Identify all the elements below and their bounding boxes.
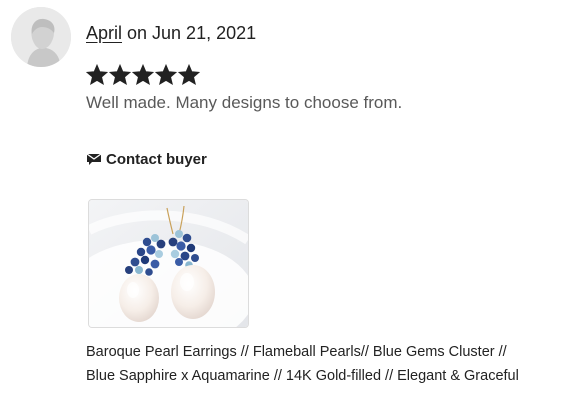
default-avatar-icon [11,7,71,67]
star-icon [132,64,154,86]
reviewer-avatar[interactable] [11,7,71,67]
star-icon [155,64,177,86]
star-icon [109,64,131,86]
star-icon [178,64,200,86]
reviewer-name-link[interactable]: April [86,23,122,43]
review-text: Well made. Many designs to choose from. [86,93,403,112]
listing-title-line-1: Baroque Pearl Earrings // Flameball Pear… [86,344,507,360]
contact-buyer-label: Contact buyer [106,151,207,168]
earring-photo [89,200,248,327]
review-meta: April on Jun 21, 2021 [86,21,256,45]
listing-title-link[interactable]: Baroque Pearl Earrings // Flameball Pear… [86,340,571,388]
star-rating [86,64,200,86]
review-card: April on Jun 21, 2021 Well made. Many de… [0,0,578,403]
contact-buyer-button[interactable]: Contact buyer [86,151,207,168]
message-envelope-icon [86,152,102,167]
star-icon [86,64,108,86]
listing-title-line-2: Blue Sapphire x Aquamarine // 14K Gold-f… [86,368,519,384]
listing-thumbnail[interactable] [88,199,249,328]
review-date: on Jun 21, 2021 [122,23,257,43]
